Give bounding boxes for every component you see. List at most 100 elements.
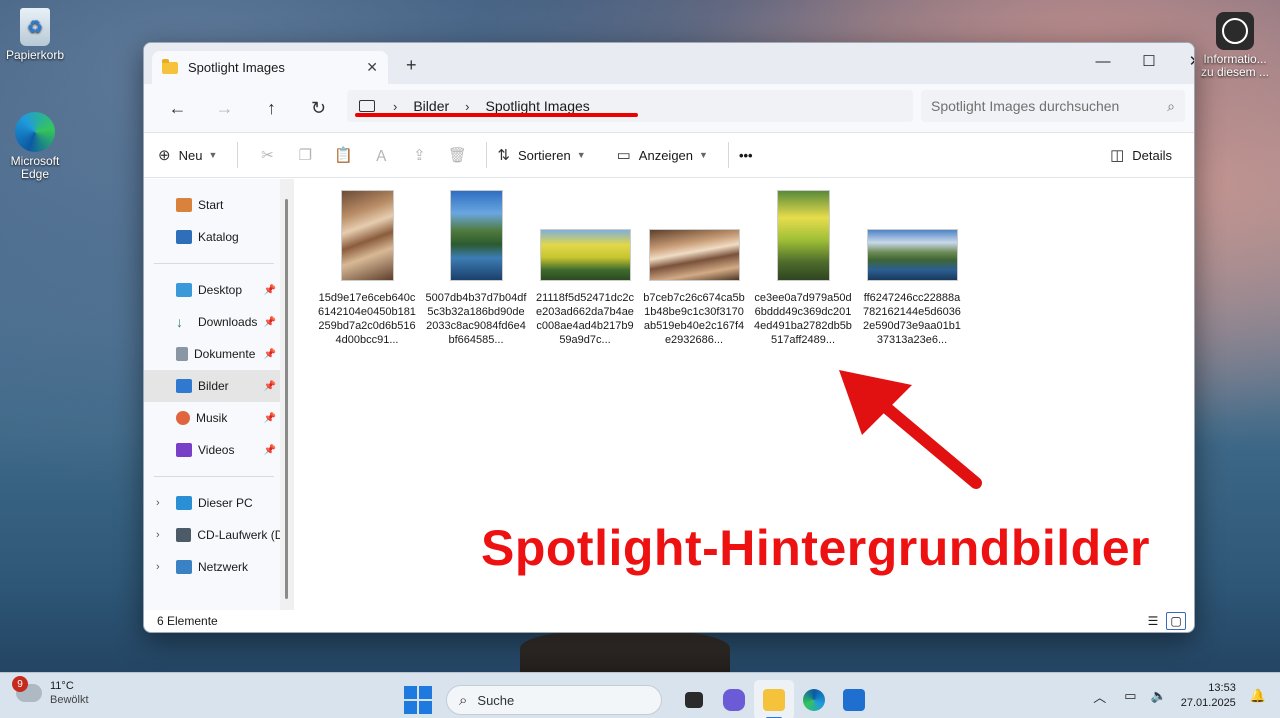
sidebar-divider bbox=[154, 476, 274, 477]
teams-button[interactable] bbox=[714, 680, 754, 718]
computer-icon bbox=[176, 496, 192, 510]
document-icon bbox=[176, 347, 188, 361]
forward-button[interactable]: → bbox=[201, 98, 248, 119]
sidebar-scrollbar[interactable] bbox=[280, 179, 294, 610]
desktop-icon-spotlight-info[interactable]: Informatio... zu diesem ... bbox=[1200, 12, 1270, 79]
more-options-button[interactable]: ••• bbox=[739, 148, 753, 163]
share-icon[interactable]: ⇪ bbox=[400, 146, 438, 164]
sort-icon: ⇅ bbox=[497, 147, 510, 164]
store-taskbar-button[interactable] bbox=[834, 680, 874, 718]
folder-icon bbox=[763, 689, 785, 711]
close-tab-icon[interactable]: ✕ bbox=[366, 59, 378, 76]
taskbar: 9 11°C Bewölkt ⌕ Suche ︿ ▭ 🔈 13:53 27.01… bbox=[0, 672, 1280, 718]
notification-badge: 9 bbox=[12, 676, 28, 692]
cd-drive-icon bbox=[176, 528, 192, 542]
sidebar-item-katalog[interactable]: Katalog bbox=[144, 221, 280, 253]
sidebar-item-desktop[interactable]: Desktop 📌 bbox=[144, 274, 280, 306]
search-input[interactable]: Spotlight Images durchsuchen ⌕ bbox=[921, 90, 1185, 122]
chevron-right-icon[interactable]: › bbox=[156, 529, 160, 541]
chevron-right-icon[interactable]: › bbox=[156, 497, 160, 509]
file-item[interactable]: ff6247246cc22888a782162144e5d60362e590d7… bbox=[859, 187, 965, 347]
sidebar-item-downloads[interactable]: ↓ Downloads 📌 bbox=[144, 306, 280, 338]
view-icon: ▭ bbox=[616, 147, 631, 164]
view-button[interactable]: ▭ Anzeigen ▼ bbox=[617, 146, 708, 164]
title-bar: Spotlight Images ✕ + — ☐ ✕ bbox=[144, 43, 1194, 84]
video-icon bbox=[176, 443, 192, 457]
edge-taskbar-button[interactable] bbox=[794, 680, 834, 718]
desktop-icon-edge[interactable]: Microsoft Edge bbox=[0, 112, 70, 181]
red-arrow-annotation bbox=[839, 370, 982, 489]
folder-icon bbox=[162, 58, 178, 74]
chevron-right-icon: › bbox=[465, 98, 470, 114]
chevron-down-icon: ▼ bbox=[208, 150, 218, 160]
task-view-button[interactable] bbox=[674, 680, 714, 718]
address-bar[interactable]: › Bilder › Spotlight Images bbox=[347, 90, 913, 122]
cloud-icon: 9 bbox=[12, 676, 42, 702]
details-button[interactable]: ◫ Details bbox=[1110, 146, 1172, 164]
sort-button[interactable]: ⇅ Sortieren ▼ bbox=[497, 146, 585, 164]
cut-icon[interactable]: ✂ bbox=[248, 146, 286, 164]
details-view-icon[interactable]: ☰ bbox=[1143, 612, 1163, 630]
sidebar-item-bilder[interactable]: Bilder 📌 bbox=[144, 370, 280, 402]
desktop-icon bbox=[176, 283, 192, 297]
file-item[interactable]: ce3ee0a7d979a50d6bddd49c369dc2014ed491ba… bbox=[750, 187, 856, 347]
network-icon bbox=[176, 560, 192, 574]
edge-icon bbox=[15, 112, 55, 152]
network-icon[interactable]: ▭ bbox=[1124, 688, 1136, 704]
sidebar-item-musik[interactable]: Musik 📌 bbox=[144, 402, 280, 434]
large-icons-view-icon[interactable]: ▢ bbox=[1166, 612, 1186, 630]
new-button[interactable]: ⊕ Neu ▼ bbox=[158, 146, 217, 164]
chat-icon bbox=[723, 689, 745, 711]
minimize-button[interactable]: — bbox=[1080, 47, 1126, 75]
home-icon bbox=[176, 198, 192, 212]
file-item[interactable]: 21118f5d52471dc2ce203ad662da7b4aec008ae4… bbox=[532, 187, 638, 347]
close-window-button[interactable]: ✕ bbox=[1172, 47, 1194, 75]
refresh-button[interactable]: ↻ bbox=[295, 98, 342, 119]
image-thumbnail bbox=[340, 190, 394, 281]
chevron-down-icon: ▼ bbox=[699, 150, 708, 160]
annotation-text: Spotlight-Hintergrundbilder bbox=[481, 520, 1150, 576]
chevron-up-icon[interactable]: ︿ bbox=[1093, 687, 1106, 706]
copy-icon[interactable]: ❐ bbox=[286, 146, 324, 164]
chevron-right-icon[interactable]: › bbox=[156, 561, 160, 573]
chevron-down-icon: ▼ bbox=[576, 150, 586, 160]
sidebar-item-netzwerk[interactable]: › Netzwerk bbox=[144, 551, 280, 583]
sidebar-item-dieser-pc[interactable]: › Dieser PC bbox=[144, 487, 280, 519]
breadcrumb-spotlight-images[interactable]: Spotlight Images bbox=[485, 98, 589, 114]
search-icon: ⌕ bbox=[1167, 97, 1175, 114]
pin-icon: 📌 bbox=[263, 316, 276, 328]
image-thumbnail bbox=[648, 229, 740, 281]
paste-icon[interactable]: 📋 bbox=[324, 146, 362, 164]
bell-icon[interactable]: 🔔 bbox=[1250, 688, 1266, 704]
file-explorer-taskbar-button[interactable] bbox=[754, 680, 794, 718]
sidebar-divider bbox=[154, 263, 274, 264]
up-button[interactable]: ↑ bbox=[248, 98, 295, 119]
file-item[interactable]: b7ceb7c26c674ca5b1b48be9c1c30f3170ab519e… bbox=[641, 187, 747, 347]
recycle-bin-icon: ♻ bbox=[20, 8, 50, 46]
rename-icon[interactable]: Ａ bbox=[362, 145, 400, 166]
plus-circle-icon: ⊕ bbox=[158, 147, 171, 164]
sidebar-item-videos[interactable]: Videos 📌 bbox=[144, 434, 280, 466]
new-tab-button[interactable]: + bbox=[406, 55, 417, 76]
file-item[interactable]: 15d9e17e6ceb640c6142104e0450b181259bd7a2… bbox=[314, 187, 420, 347]
toolbar-divider bbox=[237, 142, 239, 168]
sidebar-item-start[interactable]: Start bbox=[144, 189, 280, 221]
desktop-icon-recycle-bin[interactable]: ♻ Papierkorb bbox=[0, 8, 70, 62]
navigation-pane: Start Katalog Desktop 📌 ↓ Downloads 📌 Do… bbox=[144, 179, 294, 610]
clock[interactable]: 13:53 27.01.2025 bbox=[1181, 681, 1236, 711]
edge-icon bbox=[803, 689, 825, 711]
red-underline-annotation bbox=[355, 113, 638, 117]
taskbar-search[interactable]: ⌕ Suche bbox=[446, 685, 662, 715]
weather-widget[interactable]: 9 11°C Bewölkt bbox=[12, 676, 89, 707]
sidebar-item-dokumente[interactable]: Dokumente 📌 bbox=[144, 338, 280, 370]
toolbar-divider bbox=[486, 142, 488, 168]
sidebar-item-cd-laufwerk[interactable]: › CD-Laufwerk (D bbox=[144, 519, 280, 551]
volume-icon[interactable]: 🔈 bbox=[1151, 688, 1167, 704]
file-item[interactable]: 5007db4b37d7b04df5c3b32a186bd90de2033c8a… bbox=[423, 187, 529, 347]
breadcrumb-bilder[interactable]: Bilder bbox=[413, 98, 449, 114]
maximize-button[interactable]: ☐ bbox=[1126, 47, 1172, 75]
tab-spotlight-images[interactable]: Spotlight Images ✕ bbox=[152, 51, 388, 84]
delete-icon[interactable]: 🗑 bbox=[438, 146, 476, 164]
start-button[interactable] bbox=[404, 686, 432, 714]
back-button[interactable]: ← bbox=[154, 98, 201, 119]
